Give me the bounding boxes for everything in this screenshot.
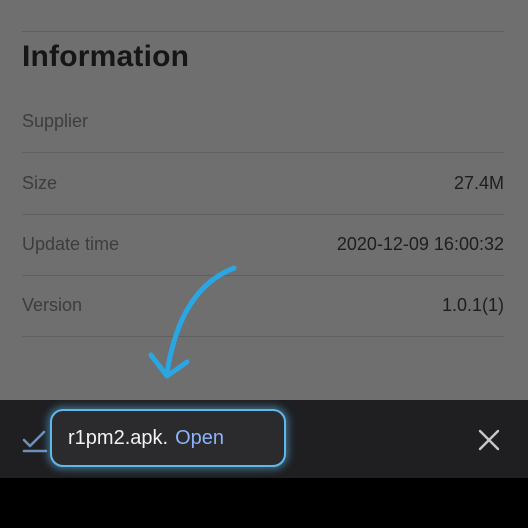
update-time-label: Update time: [22, 234, 120, 254]
info-row-size: Size 27.4M: [22, 153, 504, 215]
download-notification: r1pm2.apk. Open: [50, 409, 286, 467]
supplier-label: Supplier: [22, 111, 89, 131]
update-time-value: 2020-12-09 16:00:32: [336, 234, 504, 254]
open-button[interactable]: Open: [175, 427, 224, 450]
info-row-supplier: Supplier: [22, 91, 504, 153]
curved-arrow-icon: [148, 265, 237, 379]
version-label: Version: [22, 295, 83, 315]
section-title: Information: [22, 40, 190, 73]
size-label: Size: [22, 173, 58, 193]
navigation-bar: [0, 478, 528, 528]
download-filename: r1pm2.apk.: [68, 426, 169, 449]
top-divider: [22, 31, 504, 32]
info-row-update-time: Update time 2020-12-09 16:00:32: [22, 214, 504, 276]
size-value: 27.4M: [453, 173, 504, 193]
download-done-icon: [22, 430, 48, 453]
close-icon[interactable]: [476, 427, 502, 453]
info-row-version: Version 1.0.1(1): [22, 275, 504, 337]
version-value: 1.0.1(1): [441, 295, 504, 315]
app-info-page: Information Supplier Size 27.4M Update t…: [0, 0, 528, 400]
